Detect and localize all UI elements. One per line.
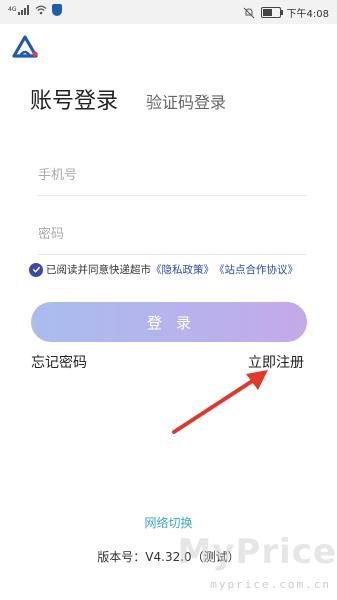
login-tabs: 账号登录 验证码登录 bbox=[30, 83, 226, 115]
phone-input[interactable] bbox=[38, 155, 306, 195]
status-bar: 4G 下午4:08 bbox=[0, 0, 337, 24]
tab-code-login[interactable]: 验证码登录 bbox=[146, 89, 226, 113]
check-icon bbox=[32, 266, 40, 273]
tab-account-login[interactable]: 账号登录 bbox=[30, 83, 118, 115]
network-switch-link[interactable]: 网络切换 bbox=[0, 514, 337, 531]
signal-tag: 4G bbox=[8, 6, 17, 13]
watermark-url: myprice.com.cn bbox=[210, 578, 331, 591]
agreement-text: 已阅读并同意快递超市 bbox=[46, 264, 151, 276]
phone-field-wrap bbox=[38, 155, 306, 196]
site-agreement-link[interactable]: 《站点合作协议》 bbox=[214, 262, 298, 277]
status-time: 下午4:08 bbox=[286, 9, 329, 20]
forgot-password-link[interactable]: 忘记密码 bbox=[31, 352, 87, 372]
status-left: 4G bbox=[8, 4, 63, 16]
agreement-checkbox[interactable] bbox=[29, 262, 43, 277]
privacy-policy-link[interactable]: 《隐私政策》 bbox=[151, 262, 214, 277]
annotation-arrow-icon bbox=[172, 370, 268, 434]
password-field-wrap bbox=[38, 214, 306, 255]
status-right: 下午4:08 bbox=[243, 5, 329, 20]
signal-icon bbox=[18, 5, 30, 15]
security-app-icon bbox=[52, 4, 63, 16]
watermark-logo: MyPrice bbox=[177, 532, 337, 572]
mute-bell-icon bbox=[243, 7, 254, 18]
agreement-row: 已阅读并同意快递超市 《隐私政策》 《站点合作协议》 bbox=[29, 262, 298, 277]
battery-icon bbox=[260, 7, 283, 18]
battery-level bbox=[262, 9, 273, 16]
login-button[interactable]: 登录 bbox=[31, 302, 307, 342]
wifi-icon bbox=[36, 5, 47, 15]
password-input[interactable] bbox=[38, 214, 306, 254]
app-logo-icon bbox=[12, 35, 38, 58]
